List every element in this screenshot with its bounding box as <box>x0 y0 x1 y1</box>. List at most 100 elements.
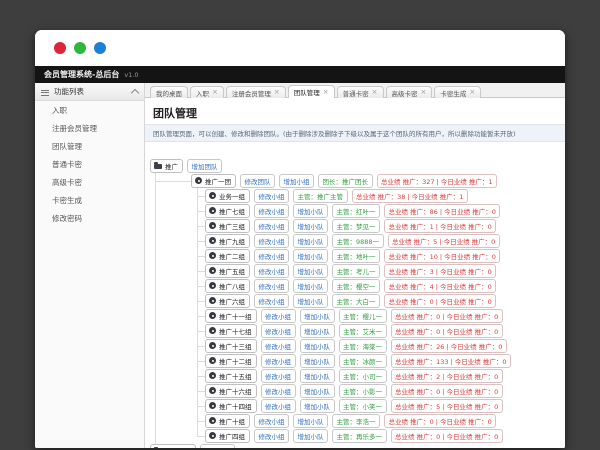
sidebar-item-1[interactable]: 注册会员管理 <box>35 119 144 137</box>
action-button[interactable]: 增加团队 <box>187 159 222 173</box>
action-button[interactable]: 增加小队 <box>300 384 335 398</box>
action-button[interactable]: 修改小组 <box>254 294 289 308</box>
action-button[interactable]: 修改小组 <box>261 384 296 398</box>
tab-3[interactable]: 团队管理× <box>288 85 335 98</box>
tree-node-row: 推广六组修改小组增加小队主管：大白一总业绩 推广：0 | 今日业绩 推广：0 <box>145 293 565 308</box>
page-description: 团队管理页面，可以创建、修改和删除团队。(由于删除涉及删除子下级以及属于这个团队… <box>145 125 565 142</box>
sidebar-item-3[interactable]: 普通卡密 <box>35 155 144 173</box>
tab-5[interactable]: 高级卡密× <box>386 86 433 98</box>
close-icon[interactable]: × <box>212 89 218 96</box>
tree-node[interactable]: 推广十七组 <box>205 324 257 338</box>
gear-icon <box>209 252 216 259</box>
close-icon[interactable]: × <box>274 89 280 96</box>
sidebar-item-6[interactable]: 修改密码 <box>35 209 144 227</box>
tree-node[interactable]: 推广十三组 <box>205 339 257 353</box>
tree-node[interactable]: 推广十一组 <box>205 309 257 323</box>
sidebar-item-0[interactable]: 入职 <box>35 101 144 119</box>
action-button[interactable]: 增加小队 <box>293 414 328 428</box>
tree-node[interactable]: 推广六组 <box>205 294 250 308</box>
performance-badge: 总业绩 推广：5 | 今日业绩 推广：0 <box>391 399 503 413</box>
action-button[interactable]: 增加小队 <box>293 429 328 443</box>
action-button[interactable]: 增加小队 <box>293 219 328 233</box>
action-button[interactable]: 修改小组 <box>261 324 296 338</box>
tree-node[interactable]: 推广七组 <box>205 204 250 218</box>
action-button[interactable]: 修改小组 <box>254 249 289 263</box>
action-button[interactable]: 修改小组 <box>254 279 289 293</box>
tab-label: 卡密生成 <box>440 88 466 98</box>
tree-node[interactable]: 推广十四组 <box>205 399 257 413</box>
tree-node[interactable]: 推广三组 <box>205 219 250 233</box>
action-button[interactable]: 增加团队 <box>200 444 235 449</box>
tree-node[interactable]: 推广十五组 <box>205 369 257 383</box>
action-button[interactable]: 修改小组 <box>261 354 296 368</box>
tree-node[interactable]: 推广 <box>150 159 183 173</box>
tree-node[interactable]: 推广五组 <box>205 264 250 278</box>
tree-node-row: 推广十四组修改小组增加小队主管：小笑一总业绩 推广：5 | 今日业绩 推广：0 <box>145 398 565 413</box>
action-button[interactable]: 修改小组 <box>261 339 296 353</box>
sidebar-item-4[interactable]: 高级卡密 <box>35 173 144 191</box>
tab-0[interactable]: 我的桌面 <box>150 86 188 98</box>
action-button[interactable]: 修改小组 <box>254 414 289 428</box>
tab-2[interactable]: 注册会员管理× <box>226 86 286 98</box>
action-button[interactable]: 增加小队 <box>300 399 335 413</box>
tab-4[interactable]: 普通卡密× <box>337 86 384 98</box>
action-button[interactable]: 修改小组 <box>254 204 289 218</box>
minimize-window-icon[interactable] <box>74 42 86 54</box>
tab-1[interactable]: 入职× <box>190 86 224 98</box>
action-button[interactable]: 增加小队 <box>300 339 335 353</box>
action-button[interactable]: 修改小组 <box>254 189 289 203</box>
action-button[interactable]: 修改小组 <box>254 429 289 443</box>
sidebar-header[interactable]: 功能列表 <box>35 83 144 101</box>
tree-node-row: 推广十一组修改小组增加小队主管：樱儿一总业绩 推广：0 | 今日业绩 推广：0 <box>145 308 565 323</box>
action-button[interactable]: 修改小组 <box>254 264 289 278</box>
action-button[interactable]: 增加小队 <box>293 204 328 218</box>
action-button[interactable]: 修改团队 <box>240 174 275 188</box>
sidebar-item-2[interactable]: 团队管理 <box>35 137 144 155</box>
action-button[interactable]: 修改小组 <box>261 309 296 323</box>
close-icon[interactable]: × <box>372 89 378 96</box>
action-button[interactable]: 修改小组 <box>254 234 289 248</box>
tree-node-row: 推广四组修改小组增加小队主管：再乐多一总业绩 推广：0 | 今日业绩 推广：0 <box>145 428 565 443</box>
action-button[interactable]: 增加小队 <box>293 279 328 293</box>
gear-icon <box>209 207 216 214</box>
action-button[interactable]: 修改小组 <box>261 399 296 413</box>
list-icon <box>41 88 49 95</box>
close-icon[interactable]: × <box>421 89 427 96</box>
tree-node[interactable]: 推广十六组 <box>205 384 257 398</box>
tree-node-label: 业务一组 <box>219 191 245 201</box>
action-button[interactable]: 增加小队 <box>293 294 328 308</box>
app-header: 会员管理系统-总后台 v1.0 <box>35 66 565 83</box>
action-button[interactable]: 增加小队 <box>293 249 328 263</box>
tree-node[interactable]: 推广八组 <box>205 279 250 293</box>
close-icon[interactable]: × <box>323 89 329 96</box>
tree-node[interactable]: 推广二组 <box>205 249 250 263</box>
action-button[interactable]: 增加小队 <box>300 309 335 323</box>
action-button[interactable]: 增加小队 <box>300 324 335 338</box>
sidebar-item-5[interactable]: 卡密生成 <box>35 191 144 209</box>
tree-node[interactable]: 推广十组 <box>205 414 250 428</box>
tab-6[interactable]: 卡密生成× <box>434 86 481 98</box>
action-button[interactable]: 增加小队 <box>293 264 328 278</box>
action-button[interactable]: 增加小组 <box>279 174 314 188</box>
action-button[interactable]: 增加小队 <box>300 354 335 368</box>
gear-icon <box>209 282 216 289</box>
gear-icon <box>209 402 216 409</box>
tree-node[interactable]: 推广一团 <box>191 174 236 188</box>
tree-node-label: 推广四组 <box>219 431 245 441</box>
tree-node[interactable]: 普通渠道 <box>150 444 196 449</box>
action-button[interactable]: 修改小组 <box>254 219 289 233</box>
action-button[interactable]: 增加小队 <box>300 369 335 383</box>
app-title: 会员管理系统-总后台 <box>44 66 119 83</box>
action-button[interactable]: 修改小组 <box>261 369 296 383</box>
maximize-window-icon[interactable] <box>94 42 106 54</box>
close-window-icon[interactable] <box>54 42 66 54</box>
tree-node[interactable]: 推广四组 <box>205 429 250 443</box>
action-button[interactable]: 增加小队 <box>293 234 328 248</box>
close-icon[interactable]: × <box>469 89 475 96</box>
tree-node[interactable]: 推广十二组 <box>205 354 257 368</box>
folder-icon <box>154 164 162 169</box>
tree-node[interactable]: 推广九组 <box>205 234 250 248</box>
chevron-up-icon[interactable] <box>131 88 139 96</box>
tree-node[interactable]: 业务一组 <box>205 189 250 203</box>
tree-node-label: 推广十三组 <box>219 341 252 351</box>
